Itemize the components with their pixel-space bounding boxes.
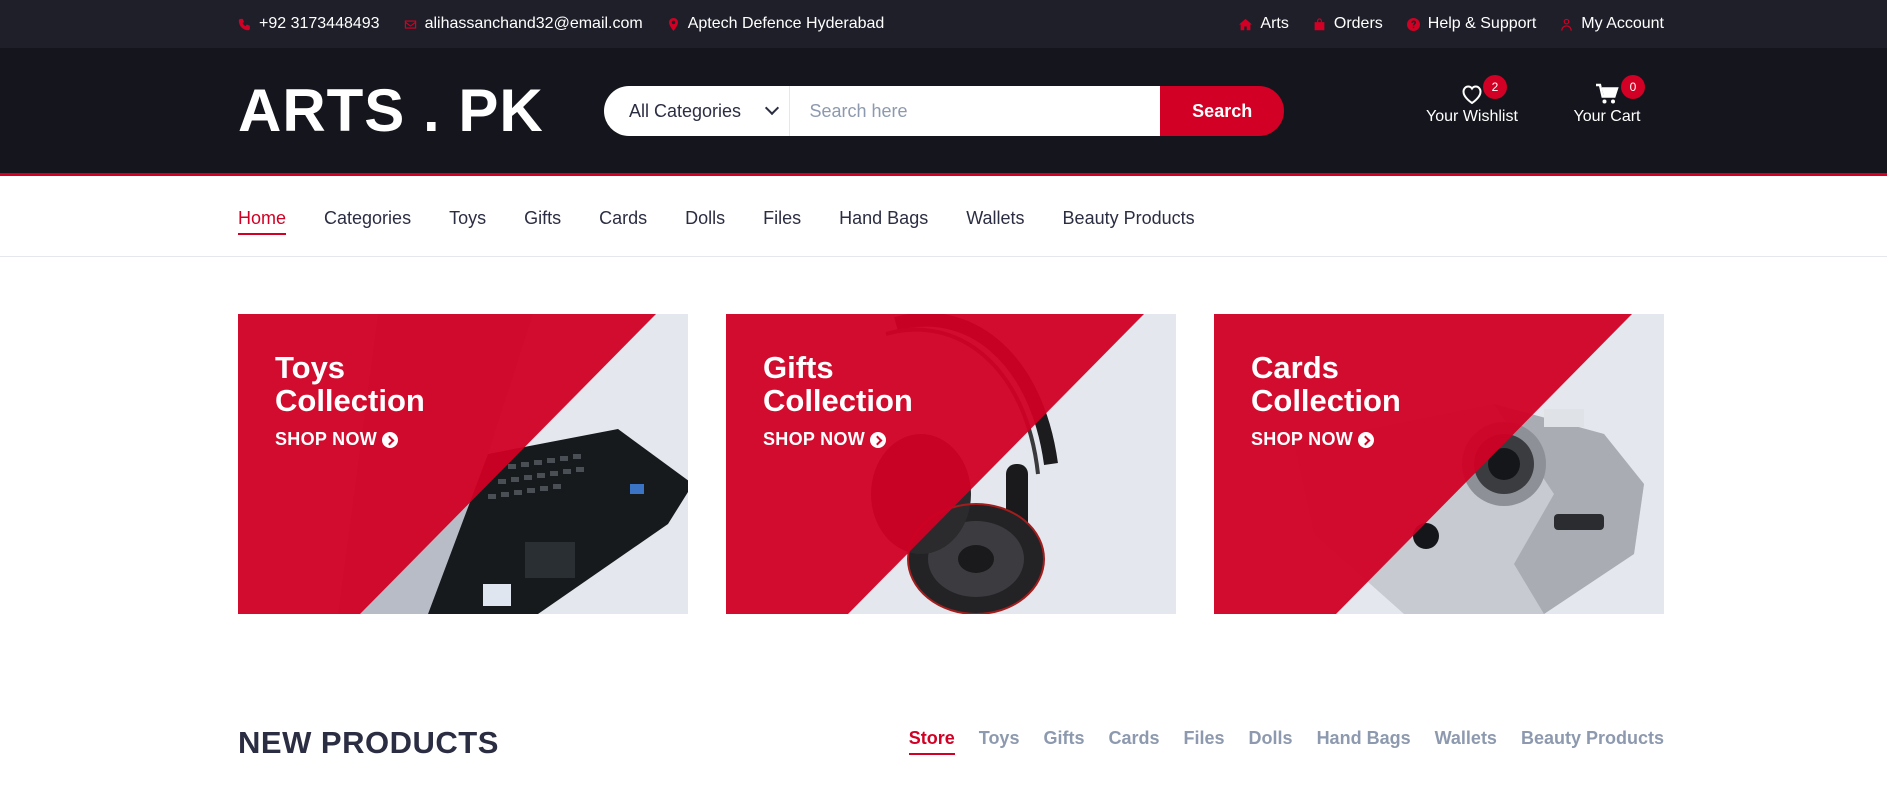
main-header: ARTS . PK All Categories Search Your Wis… [0,48,1887,176]
main-navigation: Home Categories Toys Gifts Cards Dolls F… [0,179,1887,257]
collection-title-line1: Toys [275,350,346,385]
tab-wallets[interactable]: Wallets [1435,728,1497,755]
collection-title: Cards Collection [1251,351,1401,417]
nav-item-wallets[interactable]: Wallets [966,202,1024,235]
nav-item-cards[interactable]: Cards [599,202,647,235]
cart-button[interactable]: Your Cart 0 [1567,75,1647,126]
nav-item-hand-bags[interactable]: Hand Bags [839,202,928,235]
collection-card-toys[interactable]: Toys Collection SHOP NOW [238,314,688,614]
collection-text: Toys Collection SHOP NOW [275,351,425,450]
email-link[interactable]: alihassanchand32@email.com [404,15,643,33]
cart-count-badge: 0 [1621,75,1645,99]
collection-title-line2: Collection [1251,383,1401,418]
tab-hand-bags[interactable]: Hand Bags [1317,728,1411,755]
tab-store[interactable]: Store [908,728,955,755]
wishlist-label: Your Wishlist [1426,108,1518,125]
phone-number: +92 3173448493 [259,15,380,32]
search-bar: All Categories Search [604,86,1284,136]
shop-now-link[interactable]: SHOP NOW [275,429,425,450]
arts-label: Arts [1260,15,1289,32]
phone-link[interactable]: +92 3173448493 [238,15,380,33]
nav-item-gifts[interactable]: Gifts [524,202,561,235]
collection-title-line2: Collection [763,383,913,418]
shop-now-label: SHOP NOW [1251,429,1354,449]
shopping-cart-icon [1596,83,1619,104]
nav-item-toys[interactable]: Toys [449,202,486,235]
nav-item-files[interactable]: Files [763,202,801,235]
nav-list: Home Categories Toys Gifts Cards Dolls F… [238,179,1233,257]
new-products-tabs: Store Toys Gifts Cards Files Dolls Hand … [885,728,1664,755]
category-select[interactable]: All Categories [604,86,790,136]
search-button[interactable]: Search [1160,86,1284,136]
my-account-link[interactable]: My Account [1560,15,1664,33]
cart-label: Your Cart [1573,108,1641,125]
nav-item-beauty-products[interactable]: Beauty Products [1063,202,1195,235]
nav-item-dolls[interactable]: Dolls [685,202,725,235]
email-address: alihassanchand32@email.com [424,15,643,32]
new-products-heading: NEW PRODUCTS [238,725,499,760]
arrow-circle-right-icon [1358,431,1375,448]
bag-icon [1314,17,1325,30]
collection-title-line2: Collection [275,383,425,418]
my-account-label: My Account [1581,15,1664,32]
search-input[interactable] [789,86,1161,136]
shop-now-label: SHOP NOW [763,429,866,449]
shop-now-link[interactable]: SHOP NOW [1251,429,1401,450]
arrow-circle-right-icon [382,431,399,448]
collection-text: Gifts Collection SHOP NOW [763,351,913,450]
arts-link[interactable]: Arts [1239,15,1289,33]
wishlist-count-badge: 2 [1483,75,1507,99]
nav-item-categories[interactable]: Categories [324,202,411,235]
collection-title: Gifts Collection [763,351,913,417]
collection-title: Toys Collection [275,351,425,417]
tab-cards[interactable]: Cards [1108,728,1159,755]
home-icon [1239,18,1253,30]
tab-beauty-products[interactable]: Beauty Products [1521,728,1664,755]
collection-title-line1: Gifts [763,350,834,385]
tab-files[interactable]: Files [1184,728,1225,755]
phone-icon [238,18,250,30]
collection-title-line1: Cards [1251,350,1339,385]
help-support-link[interactable]: Help & Support [1406,15,1537,33]
collection-card-gifts[interactable]: Gifts Collection SHOP NOW [726,314,1176,614]
top-bar: +92 3173448493 alihassanchand32@email.co… [0,0,1887,48]
tab-toys[interactable]: Toys [979,728,1020,755]
collection-text: Cards Collection SHOP NOW [1251,351,1401,450]
category-select-value: All Categories [629,100,742,121]
nav-item-home[interactable]: Home [238,202,287,235]
chevron-down-icon [764,100,779,116]
collection-card-cards[interactable]: Cards Collection SHOP NOW [1214,314,1664,614]
wishlist-button[interactable]: Your Wishlist 2 [1422,75,1522,126]
user-icon [1561,18,1573,31]
orders-link[interactable]: Orders [1313,15,1383,33]
shop-now-label: SHOP NOW [275,429,378,449]
collections-section: Toys Collection SHOP NOW Gifts Collectio… [238,314,1664,614]
arrow-circle-right-icon [870,431,887,448]
envelope-icon [404,19,416,29]
help-support-label: Help & Support [1427,15,1537,32]
shop-now-link[interactable]: SHOP NOW [763,429,913,450]
heart-icon [1462,85,1482,105]
orders-label: Orders [1333,15,1383,32]
question-icon [1406,17,1420,31]
address-text: Aptech Defence Hyderabad [687,15,885,32]
site-logo[interactable]: ARTS . PK [238,76,544,145]
tab-gifts[interactable]: Gifts [1043,728,1084,755]
address-link[interactable]: Aptech Defence Hyderabad [667,15,885,33]
tab-dolls[interactable]: Dolls [1249,728,1293,755]
map-marker-icon [668,17,678,31]
